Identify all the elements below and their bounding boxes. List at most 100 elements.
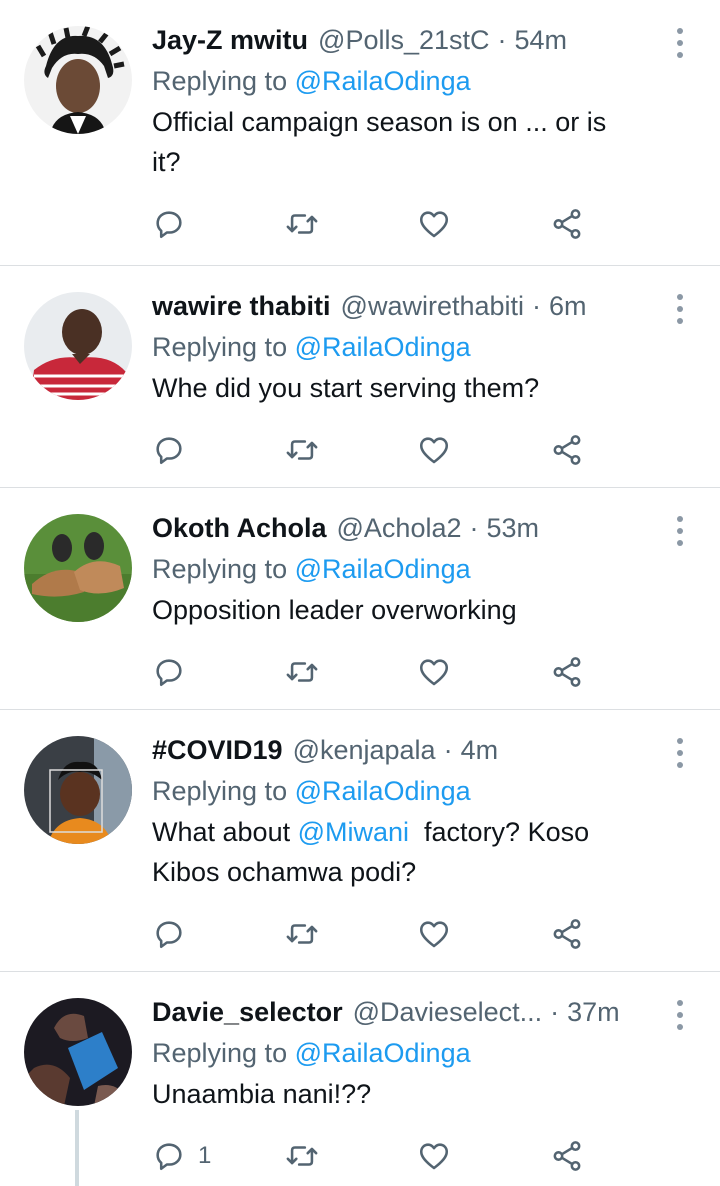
timestamp[interactable]: 6m xyxy=(549,291,587,322)
tweet-text-line: What about @Miwani factory? Koso xyxy=(152,812,682,852)
avatar[interactable] xyxy=(24,26,132,134)
reply-icon xyxy=(156,921,182,949)
retweet-button[interactable] xyxy=(285,917,418,951)
tweet-header: wawire thabiti @wawirethabiti · 6m xyxy=(152,286,682,326)
retweet-button[interactable] xyxy=(285,1139,418,1173)
tweet[interactable]: wawire thabiti @wawirethabiti · 6m Reply… xyxy=(0,266,720,488)
separator-dot: · xyxy=(550,996,560,1027)
replying-to-mention[interactable]: @RailaOdinga xyxy=(295,66,471,96)
timestamp[interactable]: 54m xyxy=(515,25,568,56)
like-button[interactable] xyxy=(417,917,550,951)
user-handle[interactable]: @kenjapala xyxy=(293,735,436,766)
share-icon xyxy=(553,435,580,465)
tweet[interactable]: #COVID19 @kenjapala · 4m Replying to @Ra… xyxy=(0,710,720,972)
user-handle[interactable]: @Davieselect... xyxy=(353,997,542,1028)
reply-button[interactable] xyxy=(152,655,285,689)
avatar[interactable] xyxy=(24,292,132,400)
replying-to-mention[interactable]: @RailaOdinga xyxy=(295,776,471,806)
avatar[interactable] xyxy=(24,998,132,1106)
reply-icon xyxy=(156,659,182,687)
share-button[interactable] xyxy=(550,655,683,689)
thread-connector-line xyxy=(75,1110,79,1186)
tweet-text: Official campaign season is on ... or is… xyxy=(152,102,682,182)
tweet-header: Okoth Achola @Achola2 · 53m xyxy=(152,508,682,548)
like-button[interactable] xyxy=(417,655,550,689)
user-handle[interactable]: @Achola2 xyxy=(337,513,462,544)
reply-button[interactable] xyxy=(152,433,285,467)
tweet-text-line: it? xyxy=(152,147,181,177)
tweet-header: Davie_selector @Davieselect... · 37m xyxy=(152,992,682,1032)
like-button[interactable] xyxy=(417,433,550,467)
retweet-icon xyxy=(286,924,317,944)
inline-mention[interactable]: @Miwani xyxy=(298,817,409,847)
display-name[interactable]: #COVID19 xyxy=(152,735,283,766)
tweet-text-line: Official campaign season is on ... or is xyxy=(152,107,607,137)
timestamp[interactable]: 37m xyxy=(567,997,620,1028)
retweet-icon xyxy=(286,214,317,234)
heart-icon xyxy=(419,659,449,686)
share-icon xyxy=(553,209,580,239)
separator-dot: · xyxy=(469,512,479,543)
heart-icon xyxy=(419,211,449,238)
retweet-button[interactable] xyxy=(285,207,418,241)
replying-to: Replying to @RailaOdinga xyxy=(152,548,682,590)
replying-to-mention[interactable]: @RailaOdinga xyxy=(295,554,471,584)
separator-dot: · xyxy=(532,290,542,321)
replying-to: Replying to @RailaOdinga xyxy=(152,770,682,812)
user-handle[interactable]: @wawirethabiti xyxy=(341,291,524,322)
replying-to-mention[interactable]: @RailaOdinga xyxy=(295,332,471,362)
share-button[interactable] xyxy=(550,433,683,467)
display-name[interactable]: Davie_selector xyxy=(152,997,343,1028)
user-handle[interactable]: @Polls_21stC xyxy=(318,25,489,56)
tweet[interactable]: Okoth Achola @Achola2 · 53m Replying to … xyxy=(0,488,720,710)
reply-button[interactable] xyxy=(152,207,285,241)
reply-icon xyxy=(156,1143,182,1171)
tweet-actions xyxy=(152,900,682,968)
share-icon xyxy=(553,1141,580,1171)
display-name[interactable]: wawire thabiti xyxy=(152,291,331,322)
share-button[interactable] xyxy=(550,1139,683,1173)
share-button[interactable] xyxy=(550,207,683,241)
replying-prefix: Replying to xyxy=(152,554,288,584)
tweet-text-line: Opposition leader overworking xyxy=(152,595,517,625)
reply-button[interactable]: 1 xyxy=(152,1139,285,1173)
replying-prefix: Replying to xyxy=(152,1038,288,1068)
share-button[interactable] xyxy=(550,917,683,951)
tweet[interactable]: Jay-Z mwitu @Polls_21stC · 54m Replying … xyxy=(0,0,720,266)
more-vertical-icon[interactable] xyxy=(670,516,690,546)
replying-to-mention[interactable]: @RailaOdinga xyxy=(295,1038,471,1068)
reply-feed: Jay-Z mwitu @Polls_21stC · 54m Replying … xyxy=(0,0,720,1186)
more-vertical-icon[interactable] xyxy=(670,738,690,768)
avatar[interactable] xyxy=(24,514,132,622)
tweet[interactable]: Davie_selector @Davieselect... · 37m Rep… xyxy=(0,972,720,1186)
reply-button[interactable] xyxy=(152,917,285,951)
tweet-text-segment: factory? Koso xyxy=(409,817,590,847)
display-name[interactable]: Jay-Z mwitu xyxy=(152,25,308,56)
more-vertical-icon[interactable] xyxy=(670,1000,690,1030)
retweet-icon xyxy=(286,662,317,682)
more-vertical-icon[interactable] xyxy=(670,294,690,324)
tweet-actions xyxy=(152,190,682,258)
replying-to: Replying to @RailaOdinga xyxy=(152,1032,682,1074)
display-name[interactable]: Okoth Achola xyxy=(152,513,327,544)
like-button[interactable] xyxy=(417,1139,550,1173)
timestamp[interactable]: 4m xyxy=(461,735,499,766)
tweet-text-line: Whe did you start serving them? xyxy=(152,373,540,403)
tweet-actions: 1 xyxy=(152,1122,682,1186)
replying-to: Replying to @RailaOdinga xyxy=(152,326,682,368)
tweet-text: What about @Miwani factory? Koso Kibos o… xyxy=(152,812,682,892)
reply-icon xyxy=(156,211,182,239)
retweet-button[interactable] xyxy=(285,655,418,689)
retweet-button[interactable] xyxy=(285,433,418,467)
tweet-text: Unaambia nani!?? xyxy=(152,1074,682,1114)
timestamp[interactable]: 53m xyxy=(487,513,540,544)
tweet-text-line: Unaambia nani!?? xyxy=(152,1079,372,1109)
replying-prefix: Replying to xyxy=(152,332,288,362)
tweet-text: Whe did you start serving them? xyxy=(152,368,682,408)
replying-prefix: Replying to xyxy=(152,776,288,806)
tweet-header: Jay-Z mwitu @Polls_21stC · 54m xyxy=(152,20,682,60)
like-button[interactable] xyxy=(417,207,550,241)
heart-icon xyxy=(419,921,449,948)
more-vertical-icon[interactable] xyxy=(670,28,690,58)
avatar[interactable] xyxy=(24,736,132,844)
